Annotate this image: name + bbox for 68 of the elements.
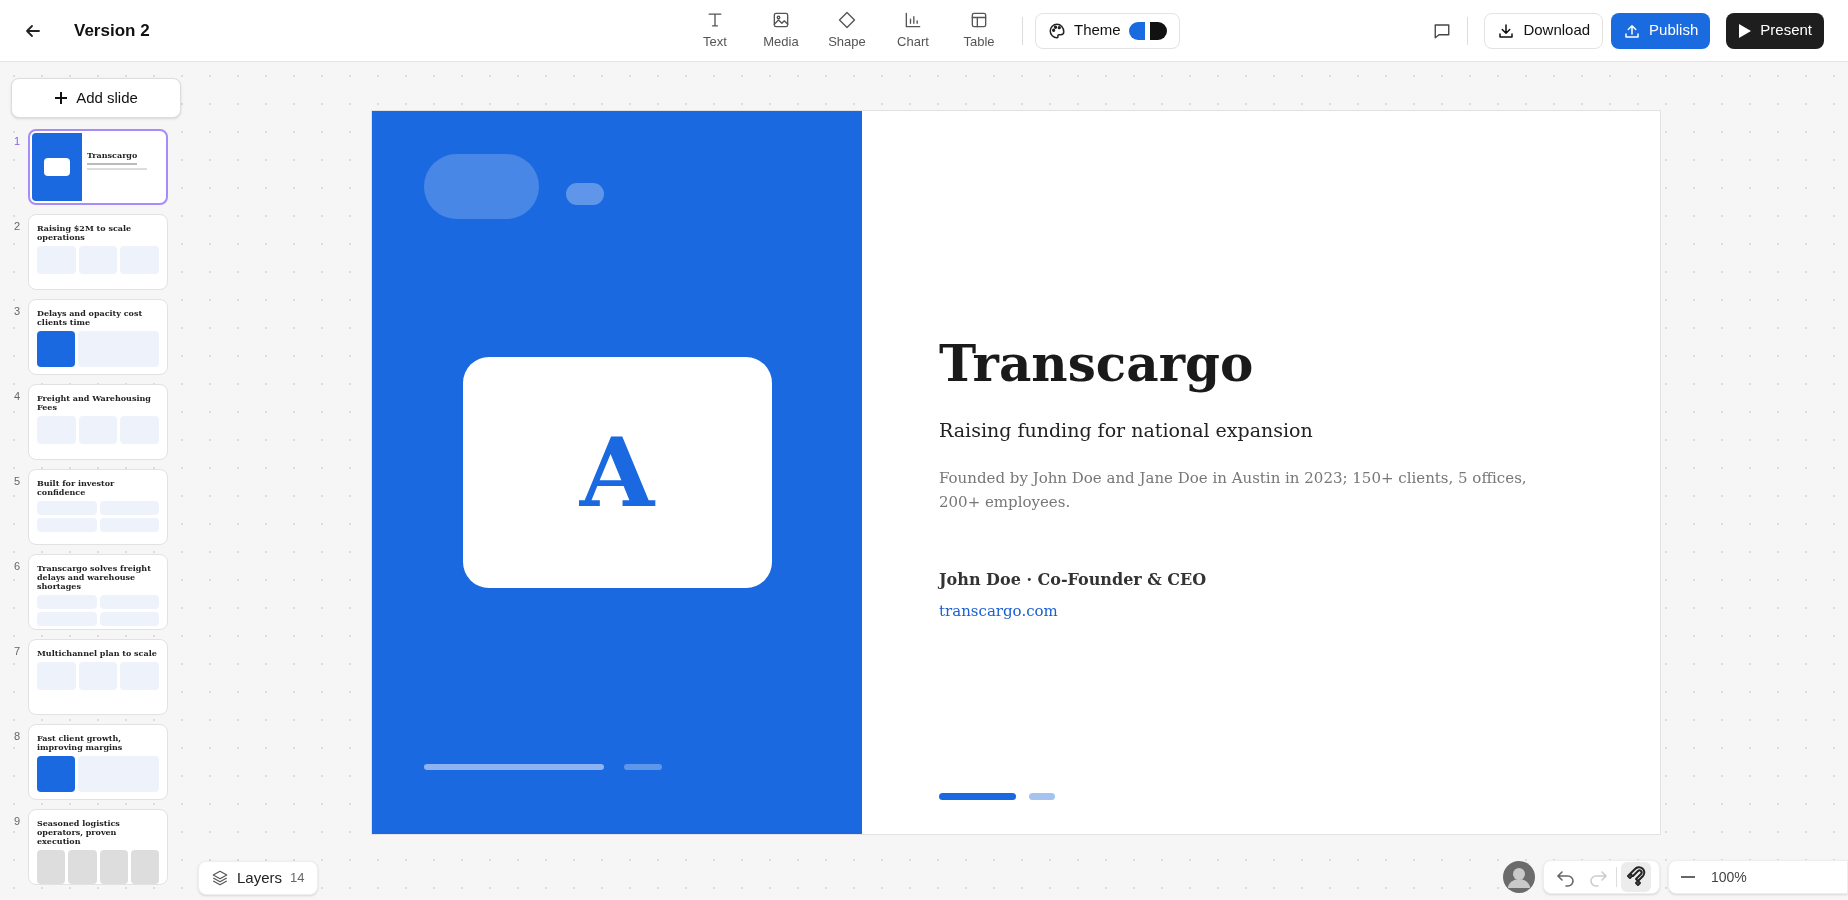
slide-subtitle: Raising funding for national expansion xyxy=(939,417,1314,443)
theme-toggle-icon xyxy=(1128,21,1167,40)
slide-description: Founded by John Doe and Jane Doe in Austin in 2023; 150+ clients, 5 offices, 200+ employees. xyxy=(939,468,1528,513)
slide-number: 5 xyxy=(14,474,22,489)
slide-thumbnail[interactable]: Transcargo xyxy=(28,129,168,205)
thumbnail-title: Freight and Warehousing Fees xyxy=(37,394,152,412)
decorative-bar xyxy=(1029,792,1055,800)
logo-card xyxy=(44,158,70,176)
theme-button[interactable]: Theme xyxy=(1035,12,1180,49)
add-slide-button[interactable]: Add slide xyxy=(11,78,181,118)
photo-placeholder xyxy=(130,850,159,884)
download-button[interactable]: Download xyxy=(1484,12,1604,49)
slide-number: 8 xyxy=(14,729,22,744)
download-icon xyxy=(1497,21,1516,40)
slide-number: 6 xyxy=(14,559,22,574)
play-icon xyxy=(1738,22,1753,39)
text-line xyxy=(87,168,147,170)
slide-thumbnail[interactable]: Freight and Warehousing Fees xyxy=(28,384,168,460)
photo-placeholder xyxy=(37,850,66,884)
comment-icon[interactable] xyxy=(1433,21,1452,40)
slide-thumbnail[interactable]: Delays and opacity cost clients time xyxy=(28,299,168,375)
decorative-bar xyxy=(624,764,662,770)
shape-icon xyxy=(837,9,857,30)
text-line xyxy=(87,163,137,165)
magnet-icon[interactable] xyxy=(1621,862,1651,892)
photo-placeholder xyxy=(68,850,97,884)
slide-number: 9 xyxy=(14,814,22,829)
stat-panel xyxy=(37,331,75,367)
thumbnail-title: Raising $2M to scale operations xyxy=(37,224,133,242)
thumbnail-title: Fast client growth, improving margins xyxy=(37,734,124,752)
slide-title: Transcargo xyxy=(939,333,1255,395)
website-link[interactable]: transcargo.com xyxy=(939,600,1058,623)
slide-thumbnail[interactable]: Transcargo solves freight delays and warehouse shortages xyxy=(28,554,168,630)
thumbnail-title: Built for investor confidence xyxy=(37,479,116,497)
slide-thumbnail[interactable]: Fast client growth, improving margins xyxy=(28,724,168,800)
thumbnail-title: Delays and opacity cost clients time xyxy=(37,309,144,327)
author-line: John Doe · Co-Founder & CEO xyxy=(939,569,1208,591)
plus-icon xyxy=(54,91,69,105)
logo-letter: A xyxy=(579,424,655,521)
pill-shape xyxy=(566,183,604,205)
zoom-level: 100% xyxy=(1711,867,1747,887)
slide-number: 1 xyxy=(14,134,22,149)
present-button[interactable]: Present xyxy=(1726,12,1824,49)
publish-button[interactable]: Publish xyxy=(1611,12,1711,49)
slide-thumbnail[interactable]: Multichannel plan to scale xyxy=(28,639,168,715)
insert-shape-button[interactable]: Shape xyxy=(816,9,878,52)
slide-number: 3 xyxy=(14,304,22,319)
slide-thumbnail[interactable]: Built for investor confidence xyxy=(28,469,168,545)
slide-thumbnail[interactable]: Seasoned logistics operators, proven execution xyxy=(28,809,168,885)
slide-number: 7 xyxy=(14,644,22,659)
insert-table-button[interactable]: Table xyxy=(948,9,1010,52)
photo-placeholder xyxy=(99,850,128,884)
layers-button[interactable]: Layers 14 xyxy=(198,861,318,895)
thumbnail-title: Multichannel plan to scale xyxy=(37,649,158,658)
palette-icon xyxy=(1048,21,1066,40)
layers-icon xyxy=(211,869,229,887)
insert-chart-button[interactable]: Chart xyxy=(882,9,944,52)
user-avatar[interactable] xyxy=(1503,861,1535,893)
slide-number: 4 xyxy=(14,389,22,404)
thumbnail-title: Transcargo xyxy=(87,151,139,160)
presentation-title: Version 2 xyxy=(74,19,150,42)
stat-panel xyxy=(37,756,75,792)
slide-thumbnail[interactable]: Raising $2M to scale operations xyxy=(28,214,168,290)
insert-text-button[interactable]: Text xyxy=(684,9,746,52)
thumbnail-title: Transcargo solves freight delays and warehouse shortages xyxy=(37,564,152,591)
slide-number: 2 xyxy=(14,219,22,234)
insert-media-button[interactable]: Media xyxy=(750,9,812,52)
thumbnail-title: Seasoned logistics operators, proven execution xyxy=(37,819,121,846)
